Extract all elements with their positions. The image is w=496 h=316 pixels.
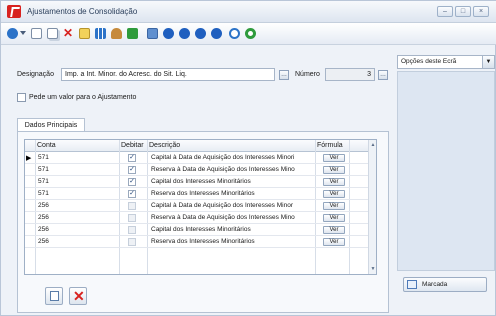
table-row[interactable]: 256 Reserva à Data de Aquisição dos Inter… <box>25 213 370 224</box>
cell-conta[interactable]: 571 <box>38 166 49 173</box>
col-conta-header[interactable]: Conta <box>37 142 56 149</box>
cell-conta[interactable]: 256 <box>38 202 49 209</box>
table-row[interactable]: 571 ✓ Capital dos Interesses Minoritários V… <box>25 177 370 188</box>
designacao-label: Designação <box>17 71 54 78</box>
cell-descricao[interactable]: Capital dos Interesses Minoritários <box>151 178 314 185</box>
new-icon[interactable] <box>31 28 42 39</box>
person-icon[interactable] <box>111 28 122 39</box>
side-pane: Opções deste Ecrã ▼ Marcada <box>397 55 495 316</box>
cell-descricao[interactable]: Capital à Data de Aquisição dos Interess… <box>151 154 314 161</box>
table-row[interactable]: 571 ✓ Reserva à Data de Aquisição dos Inte… <box>25 165 370 176</box>
app-logo-icon <box>7 5 21 18</box>
cell-conta[interactable]: 256 <box>38 238 49 245</box>
designacao-input[interactable]: Imp. a Int. Minor. do Acresc. do Sit. Li… <box>61 68 275 81</box>
help-icon[interactable] <box>229 28 240 39</box>
col-debitar-header[interactable]: Debitar <box>121 142 144 149</box>
debitar-checkbox[interactable] <box>128 202 136 210</box>
toolbar: ✕ <box>1 23 496 45</box>
marcada-label: Marcada <box>422 281 448 288</box>
nav-prev-icon[interactable] <box>179 28 190 39</box>
table-row[interactable]: 256 Capital à Data de Aquisição dos Inter… <box>25 201 370 212</box>
numero-field: 3 <box>325 68 375 81</box>
nav-last-icon[interactable] <box>211 28 222 39</box>
window-controls: – □ × <box>437 6 489 17</box>
ver-formula-button[interactable]: Ver <box>323 238 345 246</box>
table-row[interactable]: 571 ✓ Reserva dos Interesses Minoritários V… <box>25 189 370 200</box>
ver-formula-button[interactable]: Ver <box>323 214 345 222</box>
ver-formula-button[interactable]: Ver <box>323 226 345 234</box>
refresh-icon[interactable] <box>7 28 18 39</box>
cell-descricao[interactable]: Reserva à Data de Aquisição dos Interess… <box>151 166 314 173</box>
copy-icon[interactable] <box>47 28 58 39</box>
minimize-button[interactable]: – <box>437 6 453 17</box>
close-button[interactable]: × <box>473 6 489 17</box>
cell-descricao[interactable]: Capital dos Interesses Minoritários <box>151 226 314 233</box>
cell-descricao[interactable]: Reserva dos Interesses Minoritários <box>151 190 314 197</box>
debitar-checkbox[interactable]: ✓ <box>128 178 136 186</box>
debitar-checkbox[interactable]: ✓ <box>128 190 136 198</box>
scroll-up-icon[interactable]: ▲ <box>370 142 376 148</box>
cell-descricao[interactable]: Reserva dos Interesses Minoritários <box>151 238 314 245</box>
grid-icon[interactable] <box>95 28 106 39</box>
ver-formula-button[interactable]: Ver <box>323 166 345 174</box>
cell-conta[interactable]: 256 <box>38 226 49 233</box>
debitar-checkbox[interactable] <box>128 214 136 222</box>
debitar-checkbox[interactable] <box>128 226 136 234</box>
cell-conta[interactable]: 256 <box>38 214 49 221</box>
delete-x-icon: ✕ <box>73 288 85 304</box>
designacao-lookup-button[interactable]: … <box>279 70 289 80</box>
debitar-checkbox[interactable]: ✓ <box>128 154 136 162</box>
maximize-button[interactable]: □ <box>455 6 471 17</box>
ver-formula-button[interactable]: Ver <box>323 202 345 210</box>
col-descricao-header[interactable]: Descrição <box>149 142 180 149</box>
marcada-icon <box>407 280 417 289</box>
delete-icon[interactable]: ✕ <box>63 27 74 39</box>
edit-icon[interactable] <box>79 28 90 39</box>
cell-conta[interactable]: 571 <box>38 190 49 197</box>
nav-next-icon[interactable] <box>195 28 206 39</box>
cell-conta[interactable]: 571 <box>38 178 49 185</box>
table-row[interactable]: ▶ 571 ✓ Capital à Data de Aquisição dos Int… <box>25 153 370 164</box>
col-formula-header[interactable]: Fórmula <box>317 142 343 149</box>
opcoes-dropdown[interactable]: Opções deste Ecrã ▼ <box>397 55 495 69</box>
nav-first-icon[interactable] <box>163 28 174 39</box>
tab-dados-principais[interactable]: Dados Principais <box>17 118 85 132</box>
opcoes-label: Opções deste Ecrã <box>401 58 457 65</box>
marcada-button[interactable]: Marcada <box>403 277 487 292</box>
search-icon[interactable] <box>245 28 256 39</box>
ver-formula-button[interactable]: Ver <box>323 190 345 198</box>
ver-formula-button[interactable]: Ver <box>323 178 345 186</box>
current-row-indicator-icon: ▶ <box>26 155 32 162</box>
add-line-button[interactable] <box>45 287 63 305</box>
pede-valor-checkbox[interactable] <box>17 93 26 102</box>
table-row[interactable]: 256 Capital dos Interesses Minoritários Ve… <box>25 225 370 236</box>
numero-label: Número <box>295 71 320 78</box>
remove-line-button[interactable]: ✕ <box>69 287 87 305</box>
window-title: Ajustamentos de Consolidação <box>27 7 138 16</box>
scroll-down-icon[interactable]: ▼ <box>370 266 376 272</box>
options-panel <box>397 71 495 271</box>
debitar-checkbox[interactable]: ✓ <box>128 166 136 174</box>
new-doc-icon <box>50 291 59 301</box>
debitar-checkbox[interactable] <box>128 238 136 246</box>
dropdown-icon[interactable] <box>20 31 26 37</box>
cell-conta[interactable]: 571 <box>38 154 49 161</box>
grid-scrollbar[interactable]: ▲ ▼ <box>368 140 376 274</box>
numero-lookup-button[interactable]: … <box>378 70 388 80</box>
table-row[interactable]: 256 Reserva dos Interesses Minoritários Ve… <box>25 237 370 248</box>
cell-descricao[interactable]: Capital à Data de Aquisição dos Interess… <box>151 202 314 209</box>
ver-formula-button[interactable]: Ver <box>323 154 345 162</box>
grid-header: Conta Debitar Descrição Fórmula <box>25 140 376 152</box>
data-grid: Conta Debitar Descrição Fórmula ▶ 571 ✓ Cap… <box>24 139 377 275</box>
print-icon[interactable] <box>147 28 158 39</box>
pede-valor-label: Pede um valor para o Ajustamento <box>29 94 137 101</box>
app-window: Ajustamentos de Consolidação – □ × ✕ Des… <box>0 0 496 316</box>
export-icon[interactable] <box>127 28 138 39</box>
title-bar: Ajustamentos de Consolidação – □ × <box>1 1 496 23</box>
chevron-down-icon[interactable]: ▼ <box>482 56 494 68</box>
cell-descricao[interactable]: Reserva à Data de Aquisição dos Interess… <box>151 214 314 221</box>
